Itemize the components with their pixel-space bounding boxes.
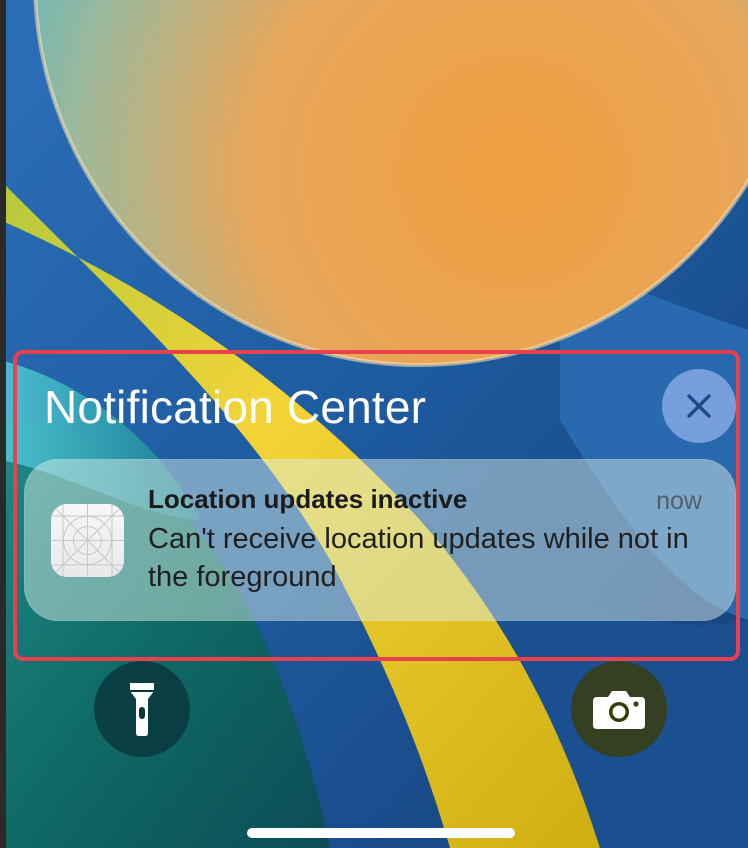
notification-title: Location updates inactive xyxy=(148,484,468,514)
flashlight-button[interactable] xyxy=(94,661,190,757)
app-placeholder-icon xyxy=(51,504,124,577)
notification-time: now xyxy=(656,487,702,515)
home-indicator[interactable] xyxy=(247,828,515,838)
notification-body: Can't receive location updates while not… xyxy=(148,523,689,593)
clear-notifications-button[interactable] xyxy=(662,369,736,443)
camera-button[interactable] xyxy=(571,661,667,757)
left-edge-strip xyxy=(0,0,6,848)
notification-center-title: Notification Center xyxy=(44,381,427,433)
camera-icon xyxy=(593,691,645,729)
close-icon xyxy=(687,394,711,418)
flashlight-icon xyxy=(130,683,154,736)
